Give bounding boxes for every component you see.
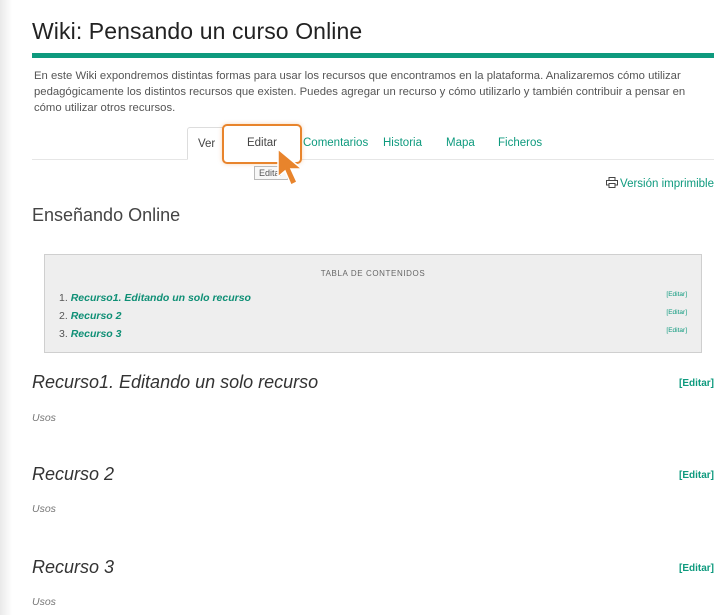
toc-item: 2. Recurso 2 (59, 310, 121, 322)
resource-edit-link[interactable]: [Editar] (679, 378, 714, 389)
table-of-contents: Tabla de contenidos 1. Recurso1. Editand… (44, 254, 702, 353)
print-version-link[interactable]: Versión imprimible (606, 177, 714, 191)
resource-edit-link[interactable]: [Editar] (679, 470, 714, 481)
resource-heading: Recurso 2 (32, 464, 115, 484)
wiki-page: Wiki: Pensando un curso Online En este W… (0, 0, 718, 615)
resource-usos: Usos (32, 503, 56, 515)
tab-ver[interactable]: Ver (187, 127, 227, 160)
pointer-arrow-icon (277, 147, 305, 187)
tab-ficheros[interactable]: Ficheros (498, 127, 542, 159)
resource-heading: Recurso 3 (32, 557, 115, 577)
printer-icon (606, 177, 619, 191)
toc-item-link[interactable]: Recurso 2 (71, 310, 122, 322)
resource-usos: Usos (32, 596, 56, 608)
toc-title: Tabla de contenidos (320, 269, 426, 278)
tab-comentarios[interactable]: Comentarios (303, 127, 368, 159)
page-title: Wiki: Pensando un curso Online (32, 18, 363, 44)
toc-item-link[interactable]: Recurso 3 (71, 328, 122, 340)
wiki-tabs: Ver Comentarios Historia Mapa Ficheros (32, 127, 714, 160)
toc-item-link[interactable]: Recurso1. Editando un solo recurso (71, 292, 251, 304)
resource-heading: Recurso1. Editando un solo recurso (32, 372, 319, 392)
toc-item-number: 1. (59, 292, 68, 304)
print-version-label: Versión imprimible (620, 178, 714, 191)
toc-edit-link[interactable]: [Editar] (666, 291, 687, 298)
toc-edit-link[interactable]: [Editar] (666, 309, 687, 316)
toc-item-number: 3. (59, 328, 68, 340)
toc-edit-link[interactable]: [Editar] (666, 327, 687, 334)
section-heading: Enseñando Online (32, 205, 181, 225)
title-underline (32, 53, 714, 58)
toc-item: 1. Recurso1. Editando un solo recurso (59, 292, 251, 304)
resource-usos: Usos (32, 412, 56, 424)
toc-item: 3. Recurso 3 (59, 328, 121, 340)
tab-mapa[interactable]: Mapa (446, 127, 475, 159)
tab-historia[interactable]: Historia (383, 127, 422, 159)
resource-edit-link[interactable]: [Editar] (679, 563, 714, 574)
toc-item-number: 2. (59, 310, 68, 322)
wiki-description: En este Wiki expondremos distintas forma… (34, 70, 686, 114)
